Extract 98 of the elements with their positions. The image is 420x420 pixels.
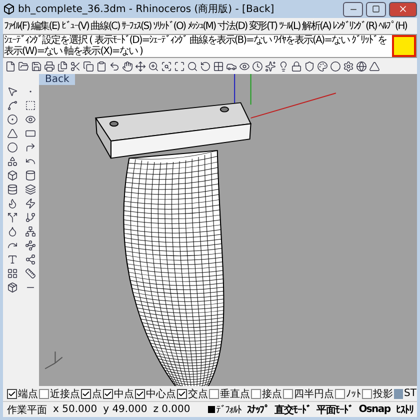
app-icon bbox=[3, 3, 15, 15]
move-icon[interactable] bbox=[135, 60, 146, 72]
file-icon[interactable] bbox=[5, 60, 16, 72]
menu-item[interactable]: ｻｰﾌｪｽ(S) bbox=[120, 20, 152, 32]
menu-item[interactable]: 解析(A) bbox=[301, 19, 332, 33]
osnap-checkbox[interactable]: 端点 bbox=[7, 386, 38, 400]
osnap-checkbox[interactable]: 垂直点 bbox=[209, 386, 250, 400]
triangle-icon[interactable] bbox=[369, 60, 380, 72]
menu-item[interactable]: ﾚﾝﾀﾞﾘﾝｸﾞ(R) bbox=[332, 20, 378, 32]
search-icon[interactable] bbox=[187, 60, 198, 72]
zoom-icon[interactable] bbox=[148, 60, 159, 72]
points-line-icon[interactable] bbox=[24, 240, 36, 250]
maximize-button[interactable] bbox=[366, 2, 386, 16]
menu-item[interactable]: ﾂｰﾙ(L) bbox=[278, 20, 302, 32]
curve-icon[interactable] bbox=[6, 100, 18, 110]
folder-icon[interactable] bbox=[18, 60, 29, 72]
status-toggle[interactable]: ﾋｽﾄﾘ bbox=[396, 404, 413, 416]
osnap-checkbox[interactable]: 点 bbox=[81, 386, 102, 400]
status-toggle[interactable]: 平面ﾓｰﾄﾞ bbox=[316, 402, 353, 416]
printer-icon[interactable] bbox=[44, 60, 55, 72]
color-swatch[interactable] bbox=[392, 35, 416, 57]
drop-icon[interactable] bbox=[6, 226, 18, 236]
viewport[interactable]: Back bbox=[39, 74, 417, 386]
osnap-checkbox[interactable]: 中点 bbox=[103, 386, 134, 400]
flame-icon[interactable] bbox=[6, 198, 18, 208]
check-icon bbox=[136, 390, 144, 398]
close-button[interactable] bbox=[389, 2, 417, 16]
osnap-checkbox[interactable]: 近接点 bbox=[39, 386, 80, 400]
settings-icon[interactable] bbox=[343, 60, 354, 72]
circle-outline-icon[interactable] bbox=[6, 142, 18, 152]
osnap-checkbox[interactable]: 中心点 bbox=[135, 386, 176, 400]
dimension-icon[interactable] bbox=[24, 268, 36, 278]
box-icon[interactable] bbox=[6, 170, 18, 180]
menu-item[interactable]: ｿﾘｯﾄﾞ(O) bbox=[152, 20, 186, 32]
menu-item[interactable]: 変形(T) bbox=[248, 19, 278, 33]
rotate-icon[interactable] bbox=[200, 60, 211, 72]
z-coordinate: z 0.000 bbox=[153, 404, 192, 415]
hand-icon[interactable] bbox=[122, 60, 133, 72]
pointer-icon[interactable] bbox=[6, 86, 18, 96]
osnap-checkbox[interactable]: 四半円点 bbox=[283, 386, 334, 400]
text-icon[interactable] bbox=[6, 254, 18, 264]
eye-icon[interactable] bbox=[239, 60, 250, 72]
menu-item[interactable]: ﾍﾙﾌﾟ(H) bbox=[378, 20, 408, 32]
close-icon bbox=[398, 4, 408, 14]
osnap-checkbox[interactable]: 接点 bbox=[251, 386, 282, 400]
save-icon[interactable] bbox=[31, 60, 42, 72]
check-icon bbox=[82, 390, 90, 398]
array-icon[interactable] bbox=[6, 268, 18, 278]
check-icon bbox=[104, 390, 112, 398]
menu-item[interactable]: ﾌｧｲﾙ(F) bbox=[3, 20, 30, 32]
y-axis-line bbox=[250, 74, 252, 106]
maximize-icon bbox=[372, 5, 380, 13]
plane-label: 作業平面 bbox=[7, 404, 47, 416]
pages-icon[interactable] bbox=[57, 60, 68, 72]
lock-icon[interactable] bbox=[291, 60, 302, 72]
sparkle-icon[interactable] bbox=[265, 60, 276, 72]
menu-item[interactable]: ﾒｯｼｭ(M) bbox=[186, 20, 216, 32]
zoom-window-icon[interactable] bbox=[161, 60, 172, 72]
osnap-checkbox[interactable]: ﾉｯﾄ bbox=[335, 388, 361, 400]
menu-item[interactable]: ﾋﾞｭｰ(V) bbox=[60, 20, 90, 32]
osnap-checkbox[interactable]: 交点 bbox=[177, 386, 208, 400]
undo-icon[interactable] bbox=[109, 60, 120, 72]
lightbulb-icon[interactable] bbox=[278, 60, 289, 72]
nodes-icon[interactable] bbox=[24, 226, 36, 236]
connect-icon[interactable] bbox=[24, 254, 36, 264]
status-toggle[interactable]: ｽﾅｯﾌﾟ bbox=[246, 404, 269, 416]
check-icon bbox=[178, 390, 186, 398]
branch-icon[interactable] bbox=[24, 212, 36, 222]
polygon-icon[interactable] bbox=[6, 128, 18, 138]
layers-icon[interactable] bbox=[24, 184, 36, 194]
shield-icon[interactable] bbox=[304, 60, 315, 72]
y-coordinate: y 49.000 bbox=[103, 404, 148, 415]
clipboard-icon[interactable] bbox=[96, 60, 107, 72]
split-icon[interactable] bbox=[6, 212, 18, 222]
status-toggle[interactable]: 直交ﾓｰﾄﾞ bbox=[274, 402, 311, 416]
rectangle-icon[interactable] bbox=[24, 128, 36, 138]
copy-icon[interactable] bbox=[83, 60, 94, 72]
menu-item[interactable]: 曲線(C) bbox=[90, 19, 121, 33]
menu-item[interactable]: 編集(E) bbox=[30, 19, 60, 33]
color-wheel-icon[interactable] bbox=[317, 60, 328, 72]
status-toggle[interactable]: Osnap bbox=[358, 404, 390, 415]
cut-icon[interactable] bbox=[70, 60, 81, 72]
clock-icon[interactable] bbox=[252, 60, 263, 72]
menu-item[interactable]: 寸法(D) bbox=[216, 19, 248, 33]
layer-indicator[interactable]: ﾃﾞﾌｫﾙﾄ bbox=[208, 404, 241, 416]
block-icon[interactable] bbox=[6, 282, 18, 292]
circle-icon[interactable] bbox=[6, 114, 18, 124]
panel-toggle[interactable]: ST bbox=[394, 388, 416, 399]
x-coordinate: x 50.000 bbox=[53, 404, 98, 415]
axis-triad-icon bbox=[44, 351, 63, 370]
window-title: bh_complete_36.3dm - Rhinoceros (商用版) - [Back] bbox=[18, 2, 276, 16]
check-icon bbox=[8, 390, 16, 398]
osnap-checkbox[interactable]: 投影 bbox=[362, 386, 393, 400]
globe-icon[interactable] bbox=[356, 60, 367, 72]
cylinder-icon[interactable] bbox=[24, 170, 36, 180]
viewport-tab[interactable]: Back bbox=[39, 74, 76, 85]
minimize-button[interactable] bbox=[343, 2, 363, 16]
grid-icon[interactable] bbox=[213, 60, 224, 72]
